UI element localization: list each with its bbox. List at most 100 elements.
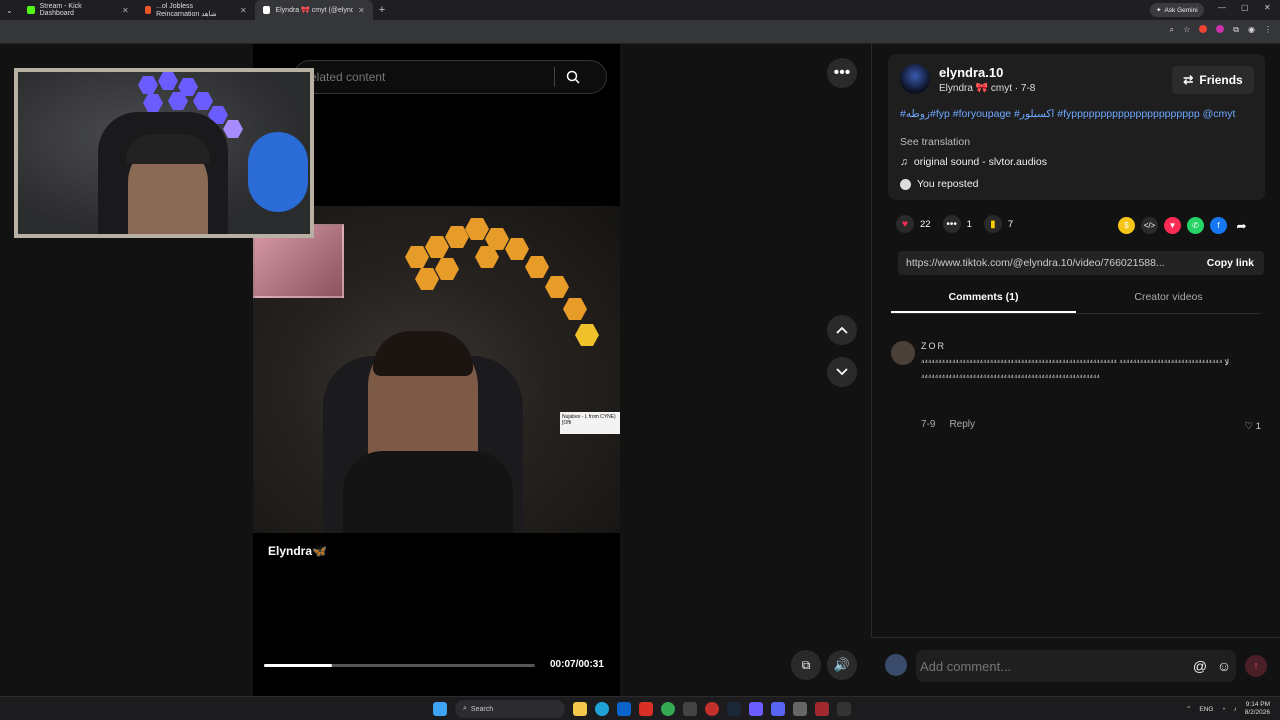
commenter-avatar[interactable] (891, 341, 915, 365)
menu-icon[interactable]: ⋮ (1264, 25, 1272, 35)
shirt (343, 451, 513, 533)
video-creator-label[interactable]: Elyndra🦋 (268, 544, 327, 558)
avatar[interactable] (900, 64, 930, 94)
taskbar-search-label: Search (470, 705, 494, 713)
webcam-overlay (14, 68, 314, 238)
repost-indicator: You reposted (900, 178, 979, 190)
app-icon[interactable] (683, 702, 697, 716)
reply-button[interactable]: Reply (949, 419, 975, 430)
comment-meta: 7-9 Reply (921, 419, 975, 430)
browser-tab-strip: ⌄ Stream - Kick Dashboard ✕ ...ol Jobles… (0, 0, 1280, 20)
copy-link-button[interactable]: Copy link (1197, 257, 1264, 269)
heart-icon: ♥ (896, 215, 914, 233)
extensions-icon[interactable]: ⧉ (1233, 25, 1239, 35)
search-icon[interactable] (555, 70, 591, 84)
profile-icon[interactable]: ◉ (1248, 25, 1255, 35)
ask-gemini-button[interactable]: ✦ Ask Gemini (1150, 3, 1204, 17)
facebook-icon[interactable]: f (1210, 217, 1227, 234)
save-button[interactable]: ▮ 7 (983, 215, 1013, 233)
whatsapp-icon[interactable]: ✆ (1187, 217, 1204, 234)
search-box[interactable] (293, 60, 607, 94)
search-icon[interactable]: ⌕ (1170, 25, 1174, 35)
post-comment-button[interactable]: ↑ (1245, 655, 1267, 677)
volume-icon[interactable]: ♪ (1233, 706, 1236, 713)
author-username[interactable]: elyndra.10 (939, 65, 1003, 80)
ask-gemini-label: Ask Gemini (1164, 6, 1198, 14)
previous-video-button[interactable] (827, 315, 857, 345)
edge-icon[interactable] (595, 702, 609, 716)
system-tray: ⌃ ENG ◔ ♪ 9:14 PM 8/2/2026 (1186, 701, 1270, 717)
wifi-icon[interactable]: ◔ (1222, 706, 1226, 713)
gmail-icon[interactable] (639, 702, 653, 716)
next-video-button[interactable] (827, 357, 857, 387)
app-icon[interactable] (705, 702, 719, 716)
steam-icon[interactable] (727, 702, 741, 716)
close-icon[interactable]: ✕ (240, 6, 247, 15)
outlook-icon[interactable] (617, 702, 631, 716)
comment-input-box[interactable]: @ ☺ (916, 650, 1236, 682)
lang-indicator[interactable]: ENG (1199, 706, 1213, 713)
extension-icon[interactable] (1216, 25, 1225, 33)
file-explorer-icon[interactable] (573, 702, 587, 716)
share-url[interactable]: https://www.tiktok.com/@elyndra.10/video… (898, 257, 1197, 269)
app-icon[interactable] (749, 702, 763, 716)
clock[interactable]: 9:14 PM 8/2/2026 (1245, 701, 1270, 717)
gemini-icon: ✦ (1156, 7, 1162, 14)
video-progress-bar[interactable] (264, 664, 535, 667)
coin-icon[interactable]: $ (1118, 217, 1135, 234)
close-icon[interactable]: ✕ (358, 6, 365, 15)
browser-tab-anime[interactable]: ...ol Jobless Reincarnation شاهد ✕ (137, 0, 255, 20)
swap-icon: ⇄ (1183, 73, 1194, 87)
blue-plush (248, 132, 308, 212)
mention-icon[interactable]: @ (1188, 658, 1212, 674)
extension-icon[interactable] (1199, 25, 1208, 33)
share-buttons: $ </> ▼ ✆ f ➦ (1118, 217, 1250, 234)
new-tab-button[interactable]: + (373, 4, 391, 16)
post-stats: ♥ 22 ••• 1 ▮ 7 (896, 215, 1013, 233)
send-icon[interactable]: ▼ (1164, 217, 1181, 234)
discord-icon[interactable] (771, 702, 785, 716)
post-side-panel: elyndra.10 Elyndra 🎀 cmyt · 7-8 ⇄ Friend… (871, 44, 1280, 696)
friends-button[interactable]: ⇄ Friends (1172, 66, 1254, 94)
close-window-icon[interactable]: ✕ (1264, 3, 1271, 12)
post-description[interactable]: #زوطه#fyp #foryoupage #اكسبلور #fypppppp… (900, 108, 1250, 121)
friends-label: Friends (1199, 73, 1243, 87)
chrome-icon[interactable] (661, 702, 675, 716)
windows-start-icon[interactable] (433, 702, 447, 716)
browser-tab-kick[interactable]: Stream - Kick Dashboard ✕ (19, 0, 137, 20)
star-icon[interactable]: ☆ (1183, 25, 1190, 35)
emoji-icon[interactable]: ☺ (1212, 658, 1236, 674)
tiktok-page: Nujabes - L from CYNE) [Offi Elyndra🦋 00… (0, 44, 1280, 696)
obs-icon[interactable] (815, 702, 829, 716)
webcam-headset (126, 134, 210, 164)
comment-input[interactable] (916, 658, 1188, 674)
comment-like-button[interactable]: ♡ 1 (1245, 421, 1261, 432)
pip-button[interactable]: ⧉ (791, 650, 821, 680)
commenter-username[interactable]: ZOR (921, 341, 946, 351)
maximize-icon[interactable]: ▢ (1241, 3, 1249, 12)
taskbar-search[interactable]: ⌕ Search (455, 700, 565, 718)
share-arrow-icon[interactable]: ➦ (1233, 217, 1250, 234)
volume-button[interactable]: 🔊 (827, 650, 857, 680)
app-icon[interactable] (837, 702, 851, 716)
tab-comments[interactable]: Comments (1) (891, 288, 1076, 313)
tab-creator-videos[interactable]: Creator videos (1076, 288, 1261, 313)
clock-date: 8/2/2026 (1244, 709, 1270, 716)
chevron-up-icon[interactable]: ⌃ (1186, 705, 1191, 713)
like-button[interactable]: ♥ 22 (896, 215, 931, 233)
see-translation-link[interactable]: See translation (900, 136, 970, 148)
tab-list-button[interactable]: ⌄ (0, 0, 19, 20)
embed-icon[interactable]: </> (1141, 217, 1158, 234)
tab-title: Stream - Kick Dashboard (39, 3, 82, 17)
comment-button[interactable]: ••• 1 (942, 215, 972, 233)
close-icon[interactable]: ✕ (122, 6, 129, 15)
app-icon[interactable] (793, 702, 807, 716)
search-input[interactable] (294, 70, 554, 84)
minimize-icon[interactable]: — (1218, 3, 1226, 12)
video-frame[interactable]: Nujabes - L from CYNE) [Offi (253, 206, 620, 533)
browser-tab-tiktok[interactable]: Elyndra 🎀 cmyt (@elyndra... ✕ (254, 0, 373, 20)
more-options-button[interactable]: ••• (827, 58, 857, 88)
sound-link[interactable]: ♫ original sound - slvtor.audios (900, 156, 1047, 168)
bookmark-icon: ▮ (983, 215, 1002, 233)
comment-composer: @ ☺ ↑ (871, 637, 1280, 696)
